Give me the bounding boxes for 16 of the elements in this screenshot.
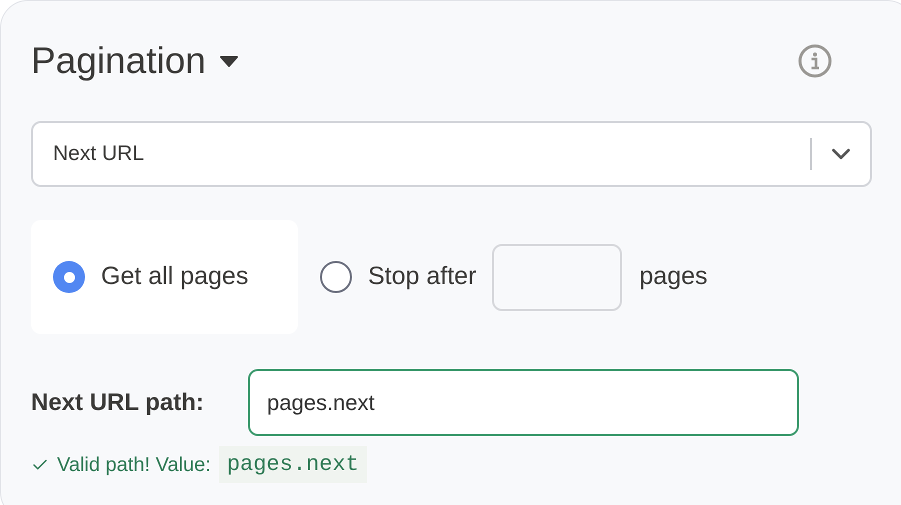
radio-option[interactable]: Get all pages: [31, 220, 298, 334]
option-label: Get all pages: [101, 261, 248, 292]
path-field[interactable]: pages.next: [248, 369, 799, 436]
option-label: Stop after: [368, 261, 476, 292]
field-label: Next URL path:: [31, 388, 205, 418]
page-count-field[interactable]: [492, 244, 622, 310]
radio-button[interactable]: [53, 261, 85, 293]
strategy-select[interactable]: Next URL: [31, 121, 872, 187]
path-value: pages.next: [218, 446, 367, 483]
caret-icon[interactable]: [220, 55, 238, 67]
radio-button[interactable]: [320, 261, 352, 293]
radio-option[interactable]: Stop after pages: [298, 220, 730, 334]
info-icon[interactable]: [798, 44, 832, 78]
validation-message: Valid path! Value:: [57, 452, 211, 478]
option-suffix: pages: [639, 261, 708, 292]
section-title: Pagination: [31, 39, 206, 83]
